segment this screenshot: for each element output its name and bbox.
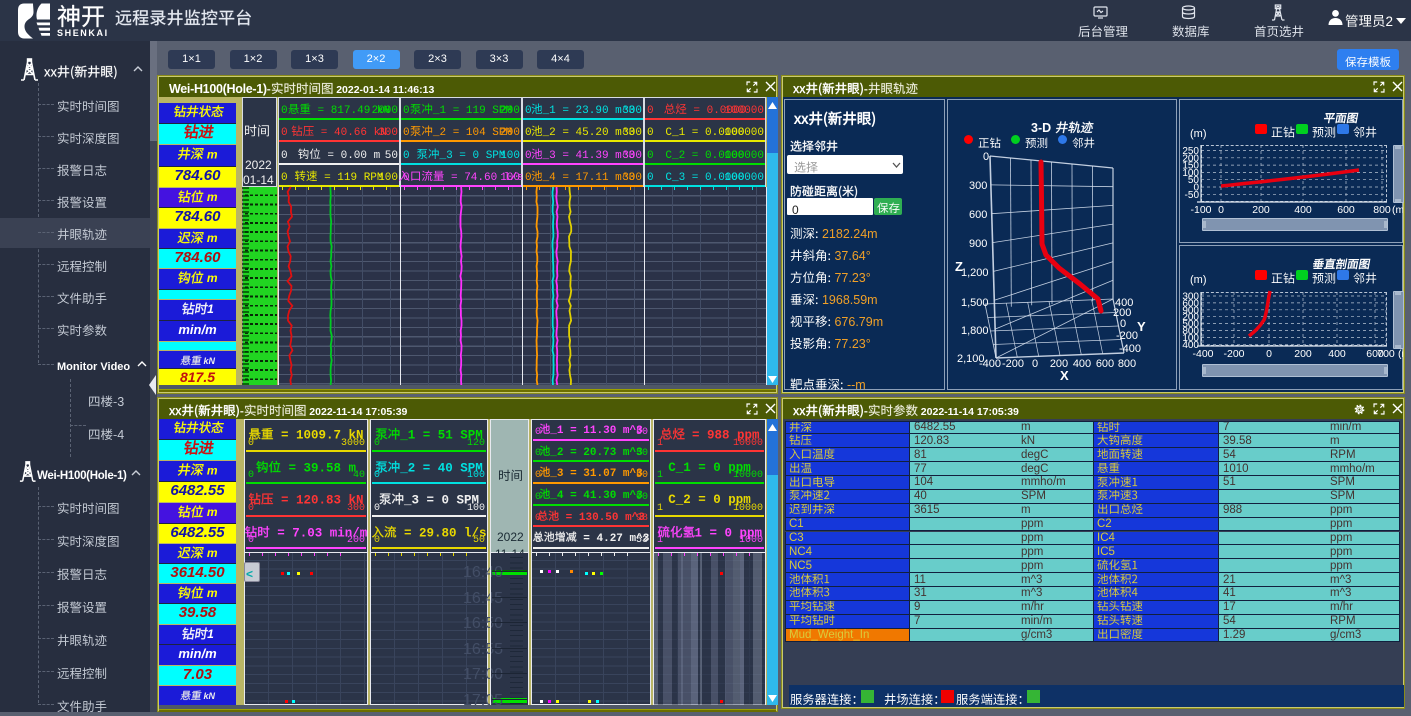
svg-text:-400: -400 bbox=[1119, 343, 1141, 355]
svg-text:-200: -200 bbox=[1116, 330, 1138, 342]
svg-text:-100: -100 bbox=[1190, 204, 1211, 216]
svg-text:0: 0 bbox=[1218, 204, 1224, 216]
svg-text:-50: -50 bbox=[1185, 190, 1200, 201]
svg-text:300: 300 bbox=[969, 180, 987, 192]
svg-text:900: 900 bbox=[969, 238, 987, 250]
svg-text:0: 0 bbox=[1032, 358, 1038, 370]
svg-text:800: 800 bbox=[1373, 204, 1391, 216]
svg-text:-200: -200 bbox=[1002, 358, 1024, 370]
svg-text:X: X bbox=[1060, 368, 1069, 383]
svg-text:600: 600 bbox=[1337, 204, 1355, 216]
svg-text:Z: Z bbox=[955, 259, 963, 274]
svg-text:200: 200 bbox=[1294, 348, 1312, 360]
svg-text:1,800: 1,800 bbox=[961, 325, 989, 337]
svg-text:(m): (m) bbox=[1398, 348, 1403, 360]
svg-text:400: 400 bbox=[1073, 358, 1091, 370]
svg-text:-400: -400 bbox=[1192, 348, 1213, 360]
svg-text:-200: -200 bbox=[1223, 348, 1244, 360]
svg-text:1,200: 1,200 bbox=[961, 267, 989, 279]
svg-text:700: 700 bbox=[1377, 348, 1395, 360]
svg-text:600: 600 bbox=[969, 209, 987, 221]
svg-text:0: 0 bbox=[1120, 318, 1126, 330]
svg-text:400: 400 bbox=[1328, 348, 1346, 360]
svg-text:-400: -400 bbox=[979, 358, 1001, 370]
svg-text:1,500: 1,500 bbox=[961, 297, 989, 309]
svg-text:600: 600 bbox=[1096, 358, 1114, 370]
svg-text:0: 0 bbox=[1266, 348, 1272, 360]
svg-text:Y: Y bbox=[1137, 319, 1146, 334]
svg-text:200: 200 bbox=[1252, 204, 1270, 216]
svg-text:(m): (m) bbox=[1392, 204, 1403, 216]
svg-text:400: 400 bbox=[1294, 204, 1312, 216]
svg-text:0: 0 bbox=[983, 151, 989, 163]
svg-text:800: 800 bbox=[1118, 358, 1136, 370]
